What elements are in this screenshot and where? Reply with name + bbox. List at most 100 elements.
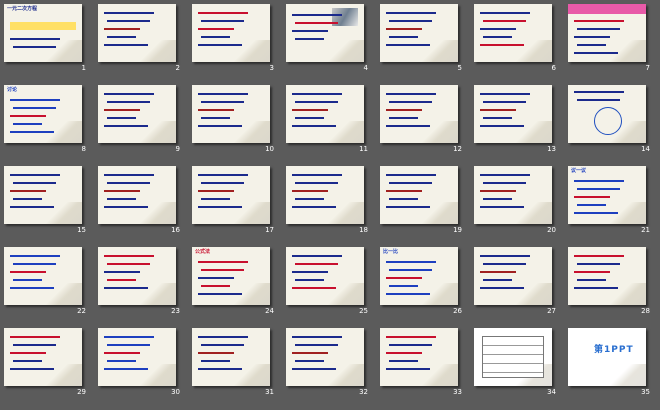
- slide-text-line: [292, 352, 328, 354]
- slide-thumbnail[interactable]: [192, 4, 270, 62]
- slide-text-line: [292, 271, 328, 273]
- slide-text-line: [201, 360, 230, 362]
- slide-text-line: [295, 360, 324, 362]
- slide-text-line: [10, 352, 46, 354]
- slide-text-line: [198, 109, 234, 111]
- slide-number: 29: [77, 388, 86, 396]
- slide-thumbnail[interactable]: [286, 328, 364, 386]
- slide-text-line: [483, 198, 512, 200]
- slide-number: 9: [175, 145, 180, 153]
- slide-thumbnail[interactable]: [4, 166, 82, 224]
- slide-cell: 27: [474, 247, 568, 328]
- slide-thumbnail[interactable]: [192, 85, 270, 143]
- slide-cell: 议一议 21: [568, 166, 660, 247]
- slide-thumbnail[interactable]: [380, 85, 458, 143]
- slide-thumbnail[interactable]: 一元二次方程: [4, 4, 82, 62]
- slide-thumbnail[interactable]: 公式法: [192, 247, 270, 305]
- slide-thumbnail[interactable]: [474, 85, 552, 143]
- slide-thumbnail[interactable]: [98, 4, 176, 62]
- slide-thumbnail[interactable]: [286, 166, 364, 224]
- slide-number: 14: [641, 145, 650, 153]
- slide-thumbnail[interactable]: [192, 166, 270, 224]
- slide-text-line: [483, 182, 526, 184]
- slide-number: 18: [359, 226, 368, 234]
- slide-cell: 14: [568, 85, 660, 166]
- slide-text-line: [386, 206, 430, 208]
- slide-number: 34: [547, 388, 556, 396]
- slide-cell: 12: [380, 85, 474, 166]
- slide-number: 24: [265, 307, 274, 315]
- slide-text-line: [104, 352, 140, 354]
- slide-thumbnail[interactable]: [474, 328, 552, 386]
- slide-text-line: [386, 12, 436, 14]
- slide-thumbnail[interactable]: [380, 4, 458, 62]
- slide-thumbnail[interactable]: [568, 85, 646, 143]
- slide-thumbnail[interactable]: [568, 247, 646, 305]
- slide-text-line: [389, 36, 418, 38]
- slide-cell: 5: [380, 4, 474, 85]
- slide-number: 7: [645, 64, 650, 72]
- slide-cell: 22: [4, 247, 98, 328]
- slide-number: 19: [453, 226, 462, 234]
- slide-text-line: [10, 206, 54, 208]
- slide-thumbnail[interactable]: [4, 247, 82, 305]
- slide-text-line: [198, 28, 234, 30]
- slide-text-line: [13, 46, 56, 48]
- slide-text-line: [13, 344, 56, 346]
- slide-thumbnail[interactable]: [474, 4, 552, 62]
- slide-text-line: [10, 255, 60, 257]
- slide-thumbnail[interactable]: [286, 85, 364, 143]
- slide-text-line: [577, 188, 620, 190]
- slide-text-line: [10, 131, 54, 133]
- slide-text-line: [483, 263, 526, 265]
- circle-figure: [594, 107, 622, 135]
- slide-text-line: [295, 344, 338, 346]
- slide-text-line: [386, 190, 422, 192]
- slide-cell: 19: [380, 166, 474, 247]
- slide-thumbnail[interactable]: [380, 328, 458, 386]
- slide-text-line: [577, 28, 620, 30]
- slide-text-line: [292, 336, 342, 338]
- slide-text-line: [13, 123, 42, 125]
- slide-text-line: [577, 44, 606, 46]
- slide-text-line: [292, 93, 342, 95]
- slide-thumbnail[interactable]: [474, 166, 552, 224]
- slide-cell: 18: [286, 166, 380, 247]
- slide-text-line: [201, 285, 230, 287]
- slide-thumbnail[interactable]: [98, 85, 176, 143]
- slide-cell: 15: [4, 166, 98, 247]
- slide-thumbnail[interactable]: [474, 247, 552, 305]
- slide-heading: 议一议: [571, 168, 587, 174]
- slide-thumbnail[interactable]: 比一比: [380, 247, 458, 305]
- slide-number: 13: [547, 145, 556, 153]
- slide-thumbnail[interactable]: [98, 328, 176, 386]
- slide-heading: 公式法: [195, 249, 211, 255]
- slide-text-line: [201, 20, 244, 22]
- slide-number: 33: [453, 388, 462, 396]
- slide-cell: 比一比 26: [380, 247, 474, 328]
- slide-text-line: [295, 117, 324, 119]
- slide-number: 10: [265, 145, 274, 153]
- slide-thumbnail[interactable]: [192, 328, 270, 386]
- slide-thumbnail[interactable]: [286, 4, 364, 62]
- slide-text-line: [10, 190, 46, 192]
- slide-text-line: [386, 109, 422, 111]
- slide-text-line: [480, 255, 530, 257]
- slide-thumbnail[interactable]: [380, 166, 458, 224]
- logo-text: 第1PPT: [594, 345, 634, 355]
- slide-thumbnail[interactable]: 议一议: [568, 166, 646, 224]
- slide-text-line: [577, 99, 620, 101]
- slide-text-line: [104, 336, 154, 338]
- slide-text-line: [198, 352, 234, 354]
- slide-thumbnail[interactable]: [568, 4, 646, 62]
- slide-thumbnail[interactable]: [286, 247, 364, 305]
- slide-text-line: [389, 344, 432, 346]
- slide-cell: 34: [474, 328, 568, 409]
- slide-thumbnail[interactable]: 讨论: [4, 85, 82, 143]
- slide-thumbnail[interactable]: [98, 247, 176, 305]
- slide-text-line: [104, 206, 148, 208]
- slide-thumbnail[interactable]: 第1PPT: [568, 328, 646, 386]
- slide-thumbnail[interactable]: [98, 166, 176, 224]
- slide-text-line: [389, 360, 418, 362]
- slide-thumbnail[interactable]: [4, 328, 82, 386]
